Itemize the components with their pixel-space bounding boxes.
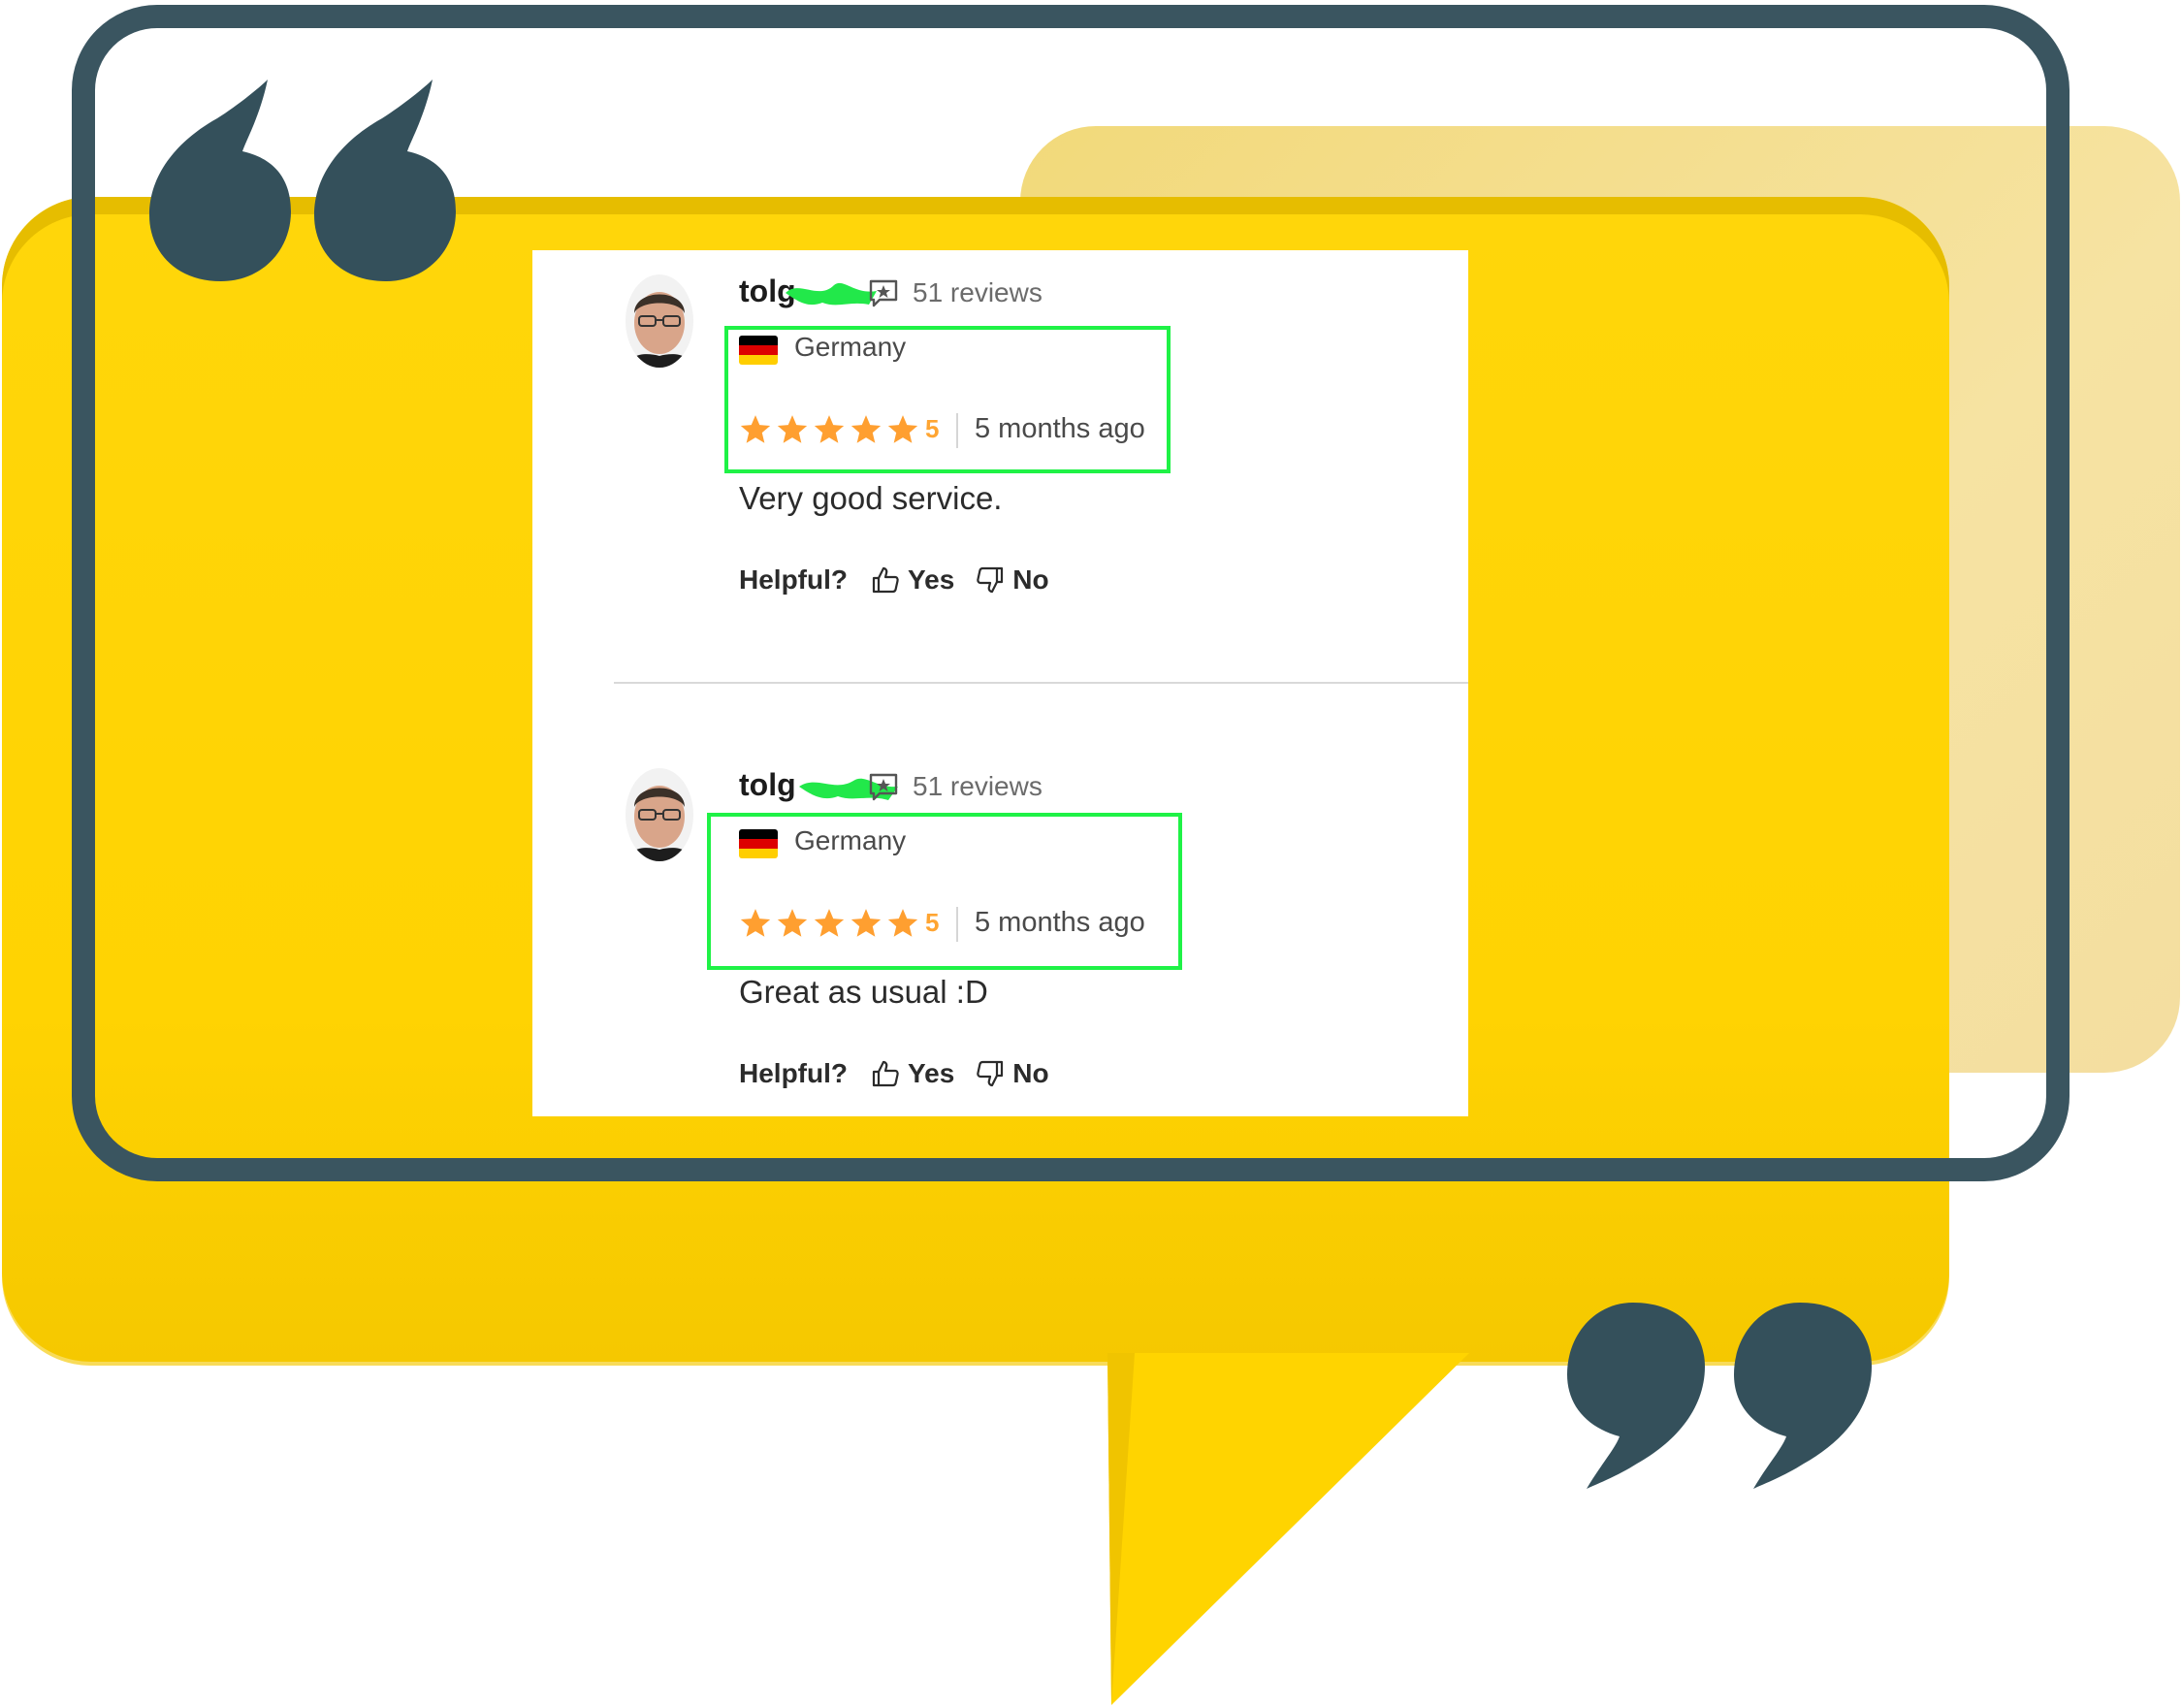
star-icon (776, 907, 809, 940)
rating-separator (956, 413, 958, 448)
germany-flag-icon (739, 829, 778, 858)
star-icon (776, 413, 809, 446)
review-list: tolg 51 reviews Germany 5 5 months ago V… (532, 250, 1468, 1116)
review-bubble-icon (869, 773, 898, 801)
star-icon (886, 413, 919, 446)
right-double-quote-icon (1563, 1303, 1874, 1489)
helpful-no-label: No (1012, 564, 1049, 595)
review-text: Great as usual :D (739, 974, 988, 1010)
helpful-label: Helpful? (739, 564, 848, 595)
left-double-quote-icon (145, 78, 456, 281)
star-icon (886, 907, 919, 940)
review-count: 51 reviews (913, 771, 1043, 801)
star-rating (739, 907, 919, 940)
rating-value: 5 (925, 414, 940, 443)
helpful-row: Helpful? Yes No (739, 1054, 1071, 1093)
review-divider (614, 682, 1468, 684)
thumbs-down-icon (977, 1060, 1004, 1087)
helpful-row: Helpful? Yes No (739, 561, 1071, 599)
review-count: 51 reviews (913, 277, 1043, 307)
star-icon (850, 413, 882, 446)
star-icon (850, 907, 882, 940)
highlight-box (707, 813, 1182, 970)
star-icon (739, 413, 772, 446)
rating-separator (956, 907, 958, 942)
review-date: 5 months ago (975, 413, 1145, 444)
helpful-no-label: No (1012, 1058, 1049, 1088)
helpful-yes-button[interactable]: Yes (871, 564, 954, 596)
helpful-yes-label: Yes (908, 1058, 955, 1088)
helpful-no-button[interactable]: No (976, 564, 1049, 596)
star-icon (739, 907, 772, 940)
helpful-yes-label: Yes (908, 564, 955, 595)
highlight-box (724, 326, 1171, 473)
avatar[interactable] (626, 274, 693, 368)
reviewer-country: Germany (794, 825, 907, 855)
star-icon (813, 413, 846, 446)
reviewer-country: Germany (794, 332, 907, 362)
helpful-yes-button[interactable]: Yes (871, 1058, 954, 1089)
thumbs-down-icon (977, 566, 1004, 594)
thumbs-up-icon (872, 1060, 899, 1087)
avatar[interactable] (626, 768, 693, 861)
helpful-label: Helpful? (739, 1058, 848, 1088)
review-text: Very good service. (739, 480, 1003, 516)
helpful-no-button[interactable]: No (976, 1058, 1049, 1089)
star-icon (813, 907, 846, 940)
rating-value: 5 (925, 908, 940, 937)
review-date: 5 months ago (975, 907, 1145, 938)
star-rating (739, 413, 919, 446)
review-bubble-icon (869, 279, 898, 307)
germany-flag-icon (739, 336, 778, 365)
thumbs-up-icon (872, 566, 899, 594)
